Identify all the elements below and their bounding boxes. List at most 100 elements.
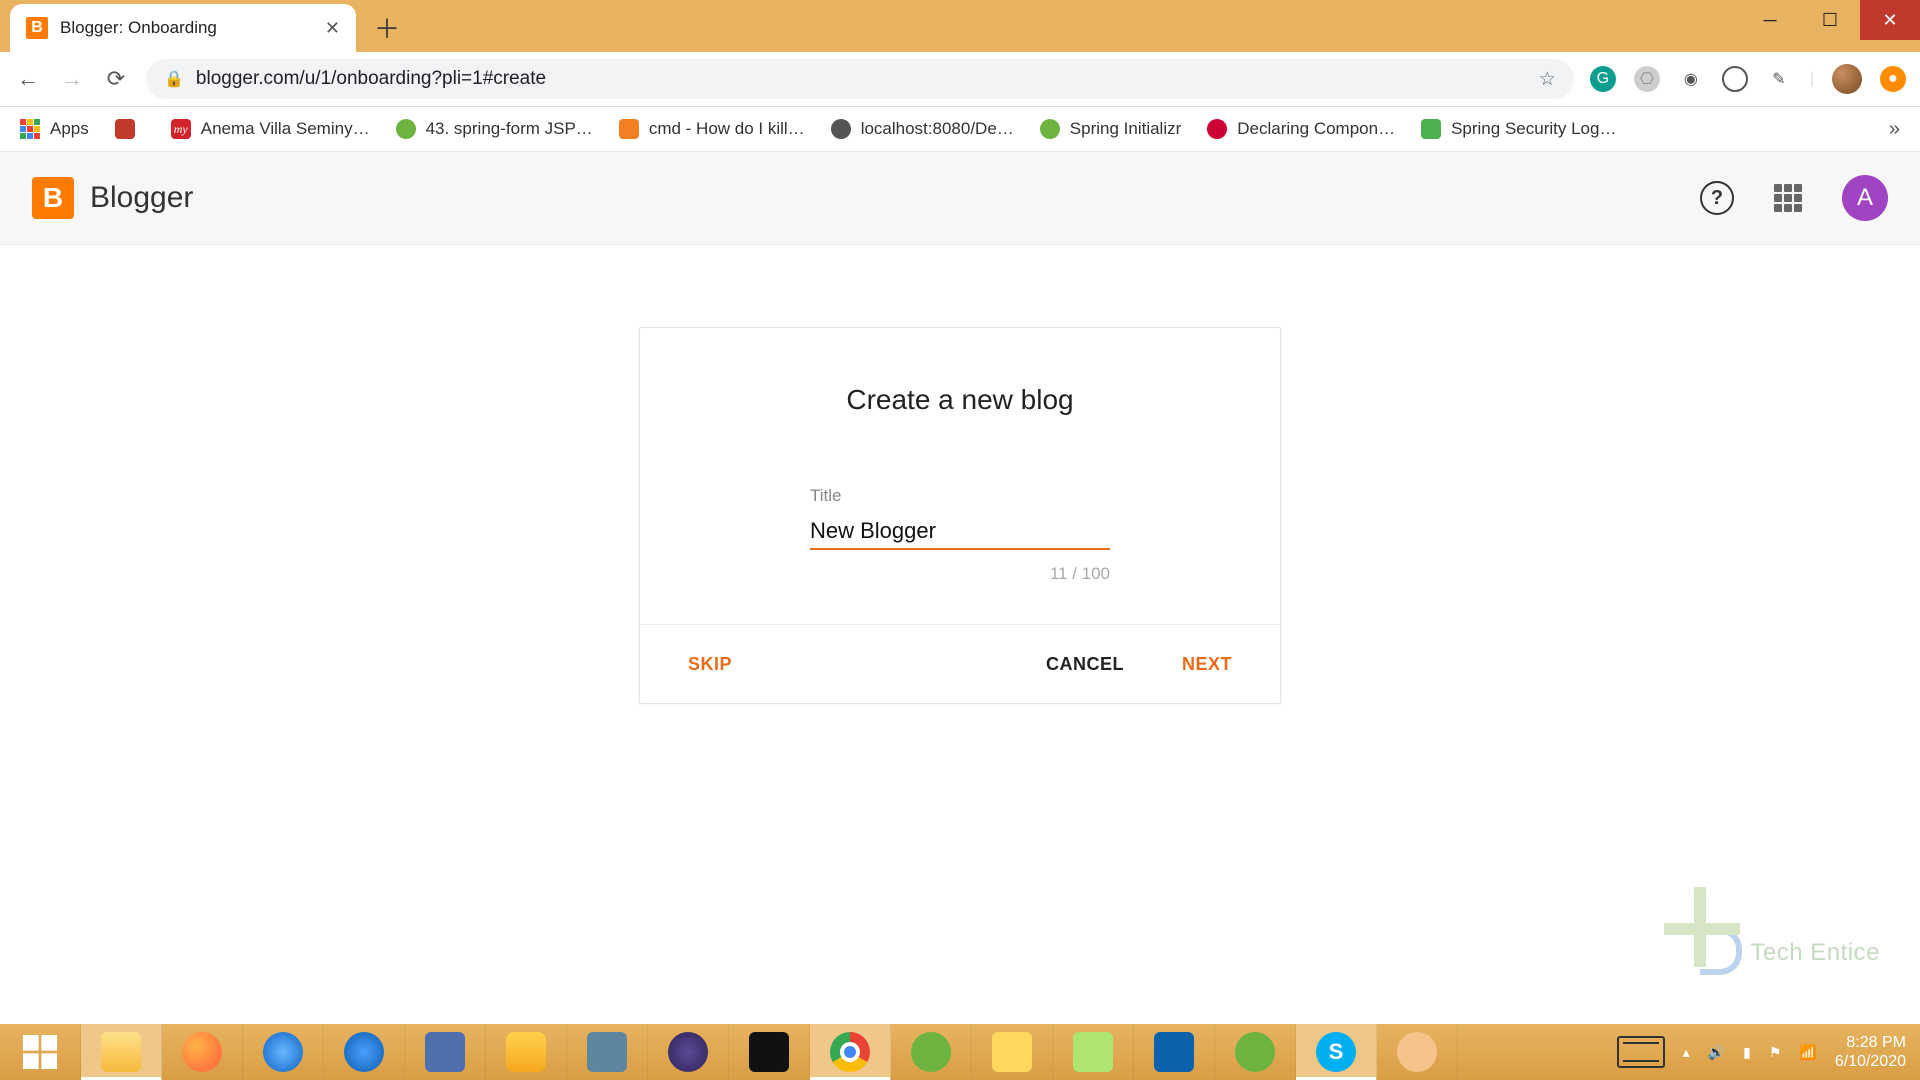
cmd-icon bbox=[749, 1032, 789, 1072]
mysql-icon bbox=[587, 1032, 627, 1072]
taskbar-thunderbird[interactable] bbox=[324, 1024, 405, 1080]
notepadpp-icon bbox=[1073, 1032, 1113, 1072]
title-char-counter: 11 / 100 bbox=[810, 564, 1110, 584]
network-icon[interactable]: 📶 bbox=[1799, 1044, 1816, 1061]
google-apps-icon[interactable] bbox=[1774, 184, 1802, 212]
bookmark-item[interactable]: myAnema Villa Seminy… bbox=[171, 119, 370, 139]
title-input[interactable] bbox=[810, 514, 1110, 550]
window-close-button[interactable]: ✕ bbox=[1860, 0, 1920, 40]
window-maximize-button[interactable]: ☐ bbox=[1800, 0, 1860, 40]
shield-icon[interactable]: ◉ bbox=[1678, 66, 1704, 92]
firefox-icon bbox=[182, 1032, 222, 1072]
taskbar-xampp[interactable] bbox=[486, 1024, 567, 1080]
apps-grid-icon bbox=[20, 119, 40, 139]
browser-toolbar: ← → ⟳ 🔒 blogger.com/u/1/onboarding?pli=1… bbox=[0, 52, 1920, 107]
taskbar-mspaint[interactable] bbox=[1377, 1024, 1458, 1080]
thunderbird-icon bbox=[344, 1032, 384, 1072]
taskbar-skype[interactable]: S bbox=[1296, 1024, 1377, 1080]
taskbar-chrome[interactable] bbox=[810, 1024, 891, 1080]
tab-title: Blogger: Onboarding bbox=[60, 18, 313, 38]
taskbar-npp[interactable] bbox=[1053, 1024, 1134, 1080]
taskbar-eclipse[interactable] bbox=[648, 1024, 729, 1080]
blogger-header: B Blogger ? A bbox=[0, 152, 1920, 245]
volume-icon[interactable]: 🔊 bbox=[1708, 1044, 1725, 1061]
start-button[interactable] bbox=[0, 1024, 81, 1080]
blogger-logo-icon: B bbox=[32, 177, 74, 219]
nav-back-icon[interactable]: ← bbox=[14, 66, 42, 92]
extension-icon[interactable]: ⎔ bbox=[1634, 66, 1660, 92]
apps-shortcut[interactable]: Apps bbox=[20, 119, 89, 139]
page-url: blogger.com/u/1/onboarding?pli=1#create bbox=[196, 68, 1527, 90]
taskbar-mysql[interactable] bbox=[567, 1024, 648, 1080]
watermark: Tech Entice bbox=[1660, 887, 1880, 967]
cancel-button[interactable]: CANCEL bbox=[1046, 654, 1124, 675]
tab-close-icon[interactable]: ✕ bbox=[325, 18, 340, 39]
bookmark-item[interactable]: Spring Initializr bbox=[1040, 119, 1182, 139]
bookmark-item[interactable]: localhost:8080/De… bbox=[831, 119, 1014, 139]
taskbar-ie[interactable] bbox=[243, 1024, 324, 1080]
taskbar-vscode[interactable] bbox=[1134, 1024, 1215, 1080]
bookmark-item[interactable]: Declaring Compon… bbox=[1207, 119, 1395, 139]
bookmark-icon bbox=[1207, 119, 1227, 139]
chrome-icon bbox=[830, 1032, 870, 1072]
eclipse-icon bbox=[668, 1032, 708, 1072]
taskbar-clock[interactable]: 8:28 PM 6/10/2020 bbox=[1835, 1033, 1906, 1071]
lock-icon: 🔒 bbox=[164, 69, 184, 89]
bookmark-icon bbox=[831, 119, 851, 139]
taskbar-sticky[interactable] bbox=[972, 1024, 1053, 1080]
next-button[interactable]: NEXT bbox=[1182, 654, 1232, 675]
dialog-heading: Create a new blog bbox=[696, 384, 1224, 416]
blogger-brand: Blogger bbox=[90, 181, 193, 215]
windows-taskbar: S ▴ 🔊 ▮ ⚑ 📶 8:28 PM 6/10/2020 bbox=[0, 1024, 1920, 1080]
watermark-logo-icon bbox=[1660, 887, 1740, 967]
window-titlebar: B Blogger: Onboarding ✕ ＋ ─ ☐ ✕ bbox=[0, 0, 1920, 52]
bookmark-icon: my bbox=[171, 119, 191, 139]
grammarly-icon[interactable]: G bbox=[1590, 66, 1616, 92]
bookmarks-bar: Apps myAnema Villa Seminy… 43. spring-fo… bbox=[0, 107, 1920, 152]
nav-forward-icon[interactable]: → bbox=[58, 66, 86, 92]
new-tab-button[interactable]: ＋ bbox=[370, 10, 404, 44]
extension-indicator-icon[interactable]: ● bbox=[1880, 66, 1906, 92]
skype-icon: S bbox=[1316, 1032, 1356, 1072]
flag-icon[interactable]: ⚑ bbox=[1769, 1044, 1782, 1061]
bookmark-item[interactable]: Spring Security Log… bbox=[1421, 119, 1616, 139]
browser-tab[interactable]: B Blogger: Onboarding ✕ bbox=[10, 4, 356, 52]
bookmark-icon bbox=[619, 119, 639, 139]
battery-icon[interactable]: ▮ bbox=[1743, 1044, 1751, 1061]
taskbar-file-explorer[interactable] bbox=[81, 1024, 162, 1080]
profile-avatar-icon[interactable] bbox=[1832, 64, 1862, 94]
account-avatar[interactable]: A bbox=[1842, 175, 1888, 221]
page-content: Create a new blog Title 11 / 100 SKIP CA… bbox=[0, 245, 1920, 1027]
bookmark-star-icon[interactable]: ☆ bbox=[1539, 68, 1556, 91]
spring-tool-icon bbox=[1235, 1032, 1275, 1072]
eyedropper-icon[interactable]: ✎ bbox=[1766, 66, 1792, 92]
sticky-notes-icon bbox=[992, 1032, 1032, 1072]
taskbar-cmd[interactable] bbox=[729, 1024, 810, 1080]
target-icon[interactable] bbox=[1722, 66, 1748, 92]
create-blog-dialog: Create a new blog Title 11 / 100 SKIP CA… bbox=[639, 327, 1281, 704]
skip-button[interactable]: SKIP bbox=[688, 654, 732, 675]
extension-icons: G ⎔ ◉ ✎ | ● bbox=[1590, 64, 1906, 94]
xampp-icon bbox=[506, 1032, 546, 1072]
bookmark-icon bbox=[396, 119, 416, 139]
keyboard-icon bbox=[425, 1032, 465, 1072]
input-indicator-icon[interactable] bbox=[1617, 1036, 1665, 1068]
nav-reload-icon[interactable]: ⟳ bbox=[102, 66, 130, 92]
bookmark-item[interactable] bbox=[115, 119, 145, 139]
bookmark-item[interactable]: cmd - How do I kill… bbox=[619, 119, 805, 139]
bookmark-icon bbox=[115, 119, 135, 139]
bookmark-item[interactable]: 43. spring-form JSP… bbox=[396, 119, 593, 139]
help-icon[interactable]: ? bbox=[1700, 181, 1734, 215]
tray-chevron-up-icon[interactable]: ▴ bbox=[1683, 1044, 1690, 1061]
window-minimize-button[interactable]: ─ bbox=[1740, 0, 1800, 40]
blogger-favicon-icon: B bbox=[26, 17, 48, 39]
taskbar-sts[interactable] bbox=[1215, 1024, 1296, 1080]
file-explorer-icon bbox=[101, 1032, 141, 1072]
taskbar-spring[interactable] bbox=[891, 1024, 972, 1080]
internet-explorer-icon bbox=[263, 1032, 303, 1072]
bookmarks-overflow-icon[interactable]: » bbox=[1889, 118, 1900, 141]
bookmark-icon bbox=[1421, 119, 1441, 139]
address-bar[interactable]: 🔒 blogger.com/u/1/onboarding?pli=1#creat… bbox=[146, 59, 1574, 99]
taskbar-osk[interactable] bbox=[405, 1024, 486, 1080]
taskbar-firefox[interactable] bbox=[162, 1024, 243, 1080]
